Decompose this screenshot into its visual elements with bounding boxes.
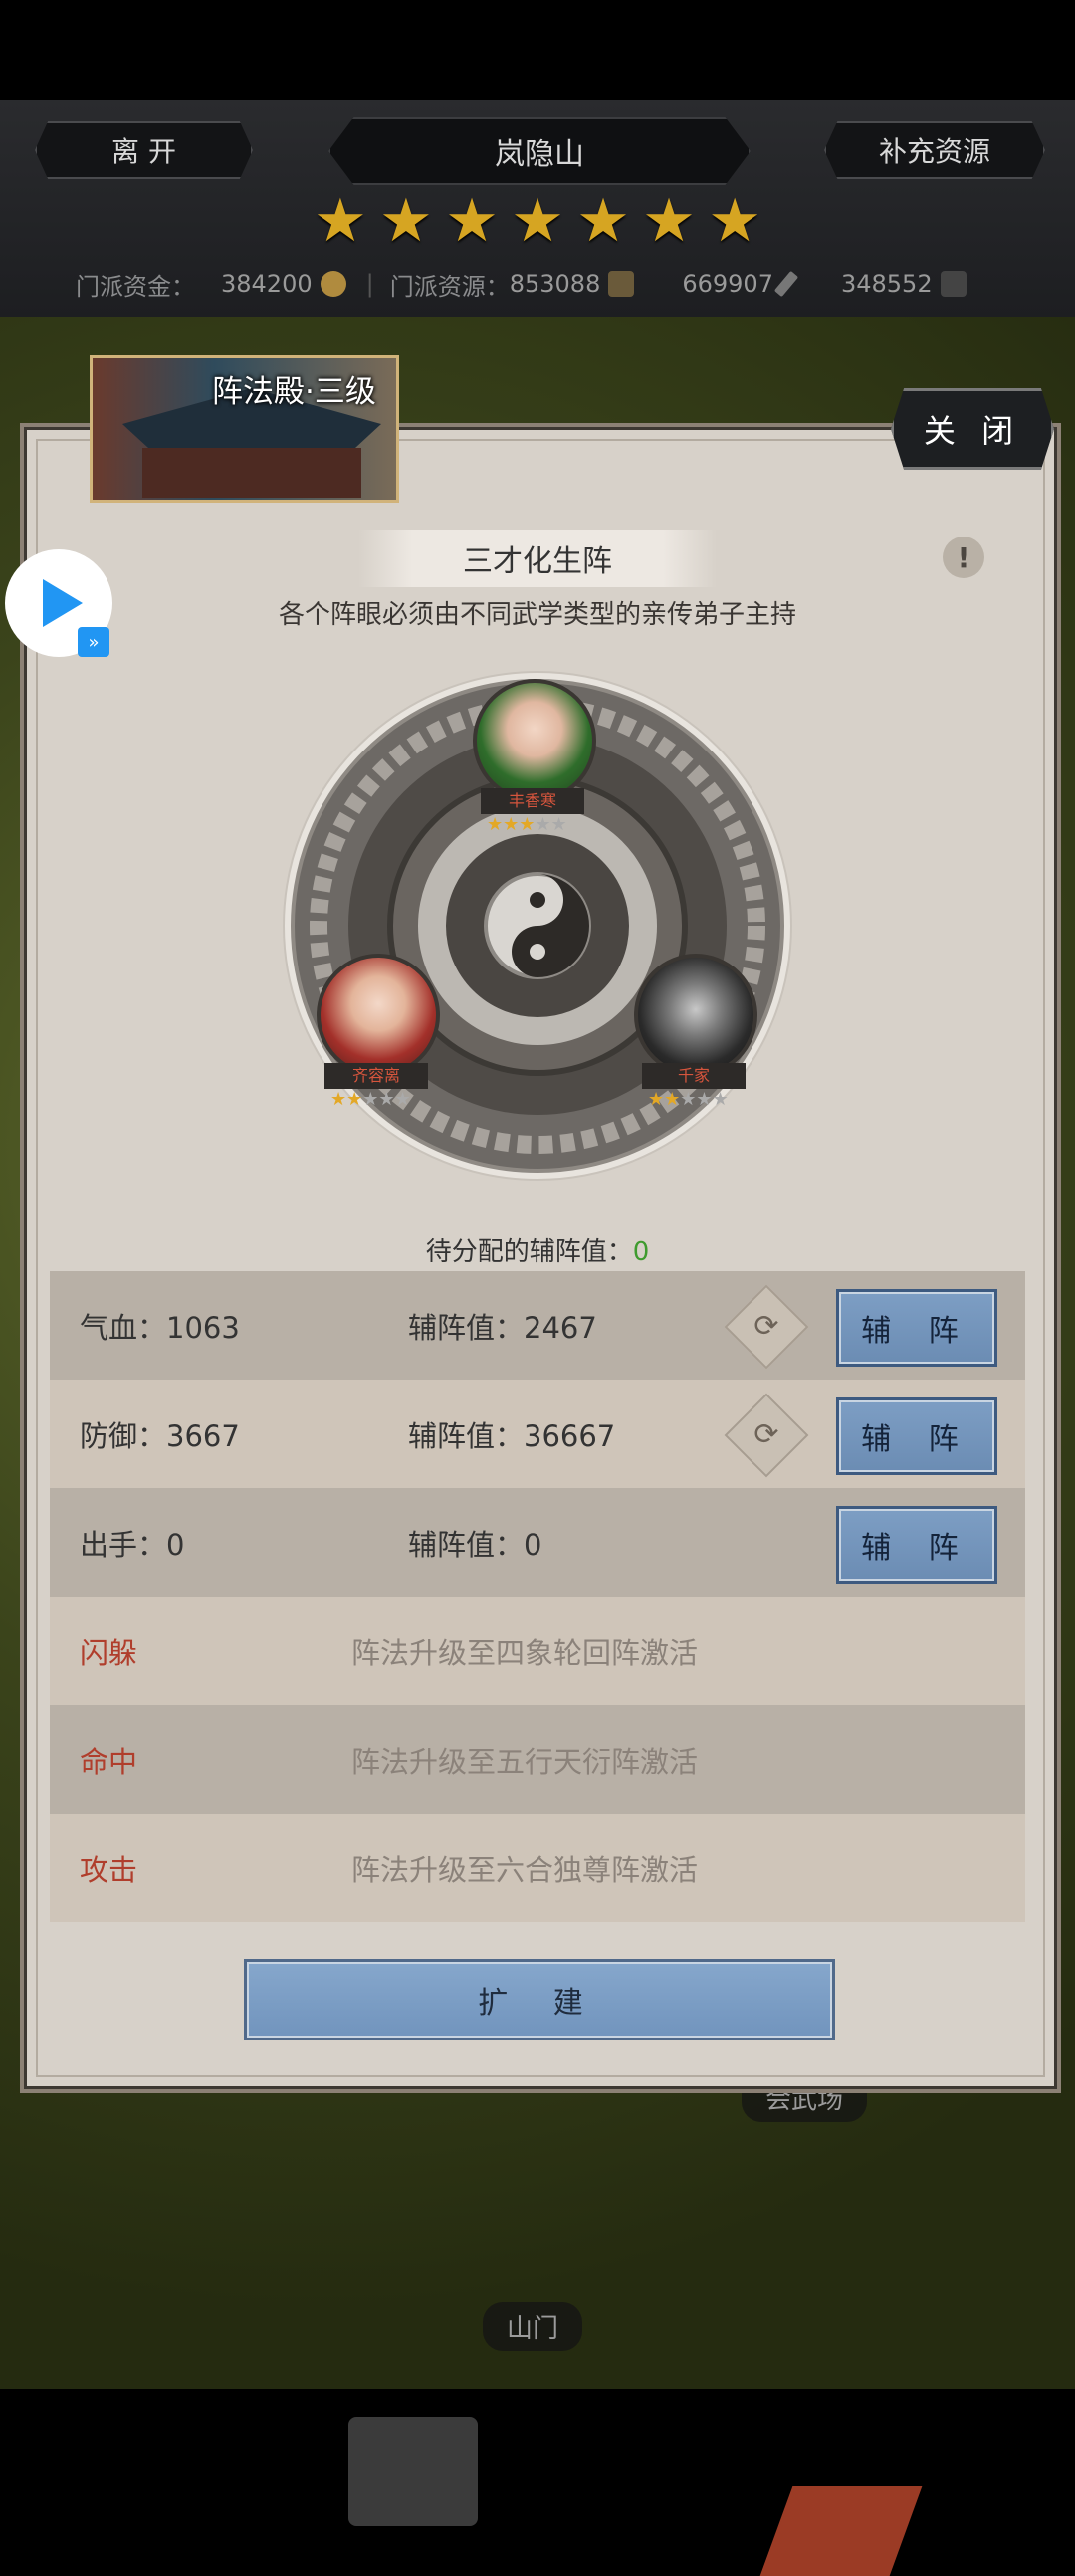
swap-icon[interactable]: ⟳ (724, 1393, 809, 1478)
disciple-stars: ★★★★★ (648, 1089, 729, 1110)
location-title: 岚隐山 (328, 117, 751, 185)
locked-stat-label: 攻击 (80, 1852, 138, 1887)
funds-label: 门派资金： (76, 272, 195, 301)
resources-label: 门派资源： (389, 272, 510, 301)
sect-header: 离 开 岚隐山 补充资源 ★ ★ ★ ★ ★ ★ ★ 门派资金： 384200 … (0, 100, 1075, 319)
star-icon: ★ (642, 186, 696, 256)
hall-title: 阵法殿·三级 (212, 374, 376, 410)
disciple-slot-right[interactable]: 千家 ★★★★★ (634, 954, 757, 1110)
iron-value: 669907 (682, 270, 773, 298)
resources-value: 853088 (509, 270, 601, 298)
stat-row-defense: 防御：3667 辅阵值：36667 ⟳ 辅 阵 (50, 1380, 1025, 1488)
funds-value: 384200 (221, 270, 313, 298)
disciple-name: 千家 (642, 1063, 746, 1089)
supply-resources-button[interactable]: 补充资源 (824, 121, 1045, 179)
stat-label: 出手：0 (80, 1527, 185, 1562)
pending-label: 待分配的辅阵值： (425, 1237, 633, 1267)
disciple-name: 丰香寒 (481, 788, 584, 814)
resource-bar: 门派资金： 384200 | 门派资源： 853088 669907 34855… (0, 261, 1075, 307)
stat-row-speed: 出手：0 辅阵值：0 辅 阵 (50, 1488, 1025, 1597)
disciple-stars: ★★★★★ (330, 1089, 411, 1110)
assist-button[interactable]: 辅 阵 (836, 1506, 997, 1584)
fast-forward-icon[interactable]: » (78, 627, 109, 657)
stat-label: 防御：3667 (80, 1418, 240, 1453)
unlock-hint: 阵法升级至六合独尊阵激活 (351, 1852, 699, 1887)
star-icon: ★ (445, 186, 499, 256)
info-icon[interactable]: ! (943, 537, 984, 578)
ore-icon (608, 271, 635, 297)
stat-list: 气血：1063 辅阵值：2467 ⟳ 辅 阵 防御：3667 辅阵值：36667… (50, 1271, 1025, 1922)
locked-row-attack: 攻击 阵法升级至六合独尊阵激活 (50, 1814, 1025, 1922)
disciple-portrait (473, 679, 596, 802)
leave-button[interactable]: 离 开 (35, 121, 253, 179)
sect-rating-stars: ★ ★ ★ ★ ★ ★ ★ (314, 191, 761, 251)
arena-building[interactable] (759, 2486, 923, 2576)
sword-icon (773, 270, 799, 298)
locked-stat-label: 命中 (80, 1744, 138, 1779)
assist-value: 辅阵值：2467 (408, 1310, 597, 1345)
star-icon: ★ (576, 186, 630, 256)
star-icon: ★ (379, 186, 433, 256)
disciple-stars: ★★★★★ (487, 814, 567, 835)
stat-label: 气血：1063 (80, 1310, 240, 1345)
unlock-hint: 阵法升级至五行天衍阵激活 (351, 1744, 699, 1779)
star-icon: ★ (314, 186, 367, 256)
hall-banner: 阵法殿·三级 (90, 355, 399, 503)
hall-base-illustration (142, 448, 361, 498)
status-bar (0, 0, 1075, 100)
locked-row-dodge: 闪躲 阵法升级至四象轮回阵激活 (50, 1597, 1025, 1705)
disciple-slot-top[interactable]: 丰香寒 ★★★★★ (473, 679, 596, 835)
locked-building[interactable] (348, 2417, 478, 2526)
formation-subtitle: 各个阵眼必须由不同武学类型的亲传弟子主持 (278, 600, 796, 630)
locked-row-accuracy: 命中 阵法升级至五行天衍阵激活 (50, 1705, 1025, 1814)
expand-button[interactable]: 扩 建 (244, 1959, 835, 2040)
assist-button[interactable]: 辅 阵 (836, 1397, 997, 1475)
star-icon: ★ (708, 186, 761, 256)
material-icon (940, 271, 967, 297)
formation-name: 三才化生阵 (358, 530, 717, 587)
disciple-portrait (634, 954, 757, 1077)
stat-row-hp: 气血：1063 辅阵值：2467 ⟳ 辅 阵 (50, 1271, 1025, 1380)
locked-stat-label: 闪躲 (80, 1635, 138, 1670)
pending-value: 0 (632, 1237, 650, 1267)
divider: | (365, 270, 374, 298)
swap-icon[interactable]: ⟳ (724, 1284, 809, 1370)
unlock-hint: 阵法升级至四象轮回阵激活 (351, 1635, 699, 1670)
close-button[interactable]: 关 闭 (891, 388, 1054, 470)
assist-value: 辅阵值：36667 (408, 1418, 616, 1453)
disciple-portrait (317, 954, 440, 1077)
assist-button[interactable]: 辅 阵 (836, 1289, 997, 1367)
coin-icon (320, 271, 346, 297)
gate-label[interactable]: 山门 (483, 2302, 583, 2351)
disciple-slot-left[interactable]: 齐容离 ★★★★★ (317, 954, 440, 1110)
material-value: 348552 (840, 270, 933, 298)
disciple-name: 齐容离 (324, 1063, 428, 1089)
assist-value: 辅阵值：0 (408, 1527, 542, 1562)
pending-assist: 待分配的辅阵值：0 (0, 1231, 1075, 1268)
star-icon: ★ (511, 186, 564, 256)
